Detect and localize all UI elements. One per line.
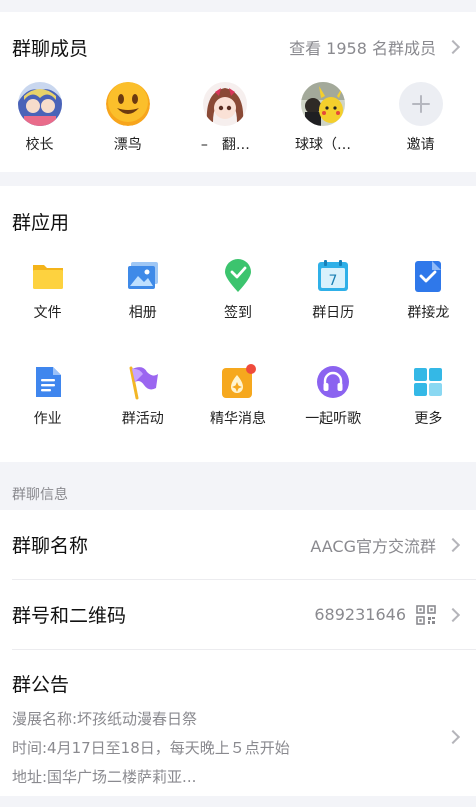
app-activity[interactable]: 群活动 bbox=[95, 364, 190, 428]
apps-grid: 文件 相册 签到 7 群日历 群接龙 作业 群活动 精华消息 一起听歌 更多 bbox=[0, 256, 476, 428]
app-label: 文件 bbox=[33, 305, 62, 321]
notice-line: 地址:国华广场二楼萨莉亚... bbox=[12, 768, 197, 786]
more-grid-icon bbox=[410, 364, 446, 400]
app-label: 签到 bbox=[223, 305, 252, 321]
album-icon bbox=[125, 258, 161, 294]
chevron-right-icon bbox=[445, 607, 461, 622]
checkin-icon bbox=[220, 258, 256, 294]
member-name: 邀请 bbox=[406, 137, 435, 153]
smiley-face-avatar bbox=[105, 82, 150, 126]
flag-icon bbox=[125, 364, 161, 400]
group-number-label: 群号和二维码 bbox=[12, 605, 127, 627]
qr-code-icon bbox=[416, 604, 436, 625]
top-gap bbox=[0, 0, 476, 12]
notification-dot bbox=[245, 364, 256, 374]
app-album[interactable]: 相册 bbox=[95, 258, 190, 322]
member-name: – 翻… bbox=[200, 137, 250, 153]
folder-icon bbox=[30, 258, 66, 294]
member-item[interactable]: 漂鸟 bbox=[79, 82, 177, 154]
member-item[interactable]: 球球（… bbox=[274, 82, 372, 154]
app-relay[interactable]: 群接龙 bbox=[381, 258, 476, 322]
chevron-right-icon bbox=[445, 537, 461, 552]
calendar-day: 7 bbox=[329, 273, 338, 289]
chevron-right-icon bbox=[445, 39, 461, 55]
invite-member-button[interactable]: 邀请 bbox=[372, 82, 470, 154]
app-label: 一起听歌 bbox=[305, 411, 362, 427]
app-label: 相册 bbox=[128, 305, 157, 321]
app-checkin[interactable]: 签到 bbox=[190, 258, 285, 322]
group-apps-section: 群应用 文件 相册 签到 7 群日历 群接龙 作业 群活动 精华消息 一起听歌 … bbox=[0, 186, 476, 462]
app-homework[interactable]: 作业 bbox=[0, 364, 95, 428]
members-section: 群聊成员 查看 1958 名群成员 校长 漂鸟 – 翻… 球球（… 邀请 bbox=[0, 12, 476, 172]
apps-header: 群应用 bbox=[0, 186, 476, 256]
group-name-row[interactable]: 群聊名称 AACG官方交流群 bbox=[12, 510, 476, 580]
section-divider bbox=[0, 172, 476, 186]
group-info-section: 群聊名称 AACG官方交流群 群号和二维码 689231646 群公告 漫展名称… bbox=[0, 510, 476, 796]
app-files[interactable]: 文件 bbox=[0, 258, 95, 322]
plus-icon bbox=[398, 82, 443, 126]
member-item[interactable]: 校长 bbox=[0, 82, 79, 154]
app-more[interactable]: 更多 bbox=[381, 364, 476, 428]
members-title: 群聊成员 bbox=[12, 37, 89, 60]
apps-title: 群应用 bbox=[12, 211, 70, 234]
group-notice-label: 群公告 bbox=[12, 674, 70, 696]
app-label: 群接龙 bbox=[407, 305, 450, 321]
app-label: 更多 bbox=[414, 411, 443, 427]
app-listen-together[interactable]: 一起听歌 bbox=[286, 364, 381, 428]
app-label: 精华消息 bbox=[209, 411, 266, 427]
group-notice-content: 漫展名称:坏孩纸动漫春日祭 时间:4月17日至18日，每天晚上５点开始 地址:国… bbox=[12, 705, 464, 792]
member-item[interactable]: – 翻… bbox=[177, 82, 275, 154]
view-all-members-link[interactable]: 查看 1958 名群成员 bbox=[289, 35, 436, 59]
members-header[interactable]: 群聊成员 查看 1958 名群成员 bbox=[0, 12, 476, 82]
app-essence[interactable]: 精华消息 bbox=[190, 364, 285, 428]
calendar-icon: 7 bbox=[315, 258, 351, 294]
notice-line: 时间:4月17日至18日，每天晚上５点开始 bbox=[12, 739, 290, 757]
anime-girls-avatar bbox=[17, 82, 62, 126]
member-name: 校长 bbox=[25, 137, 54, 153]
group-notice-row[interactable]: 群公告 漫展名称:坏孩纸动漫春日祭 时间:4月17日至18日，每天晚上５点开始 … bbox=[0, 650, 476, 796]
headphones-icon bbox=[315, 364, 351, 400]
group-name-label: 群聊名称 bbox=[12, 535, 89, 557]
member-name: 漂鸟 bbox=[113, 137, 142, 153]
homework-icon bbox=[30, 364, 66, 400]
group-number-row[interactable]: 群号和二维码 689231646 bbox=[12, 580, 476, 650]
pikachu-avatar bbox=[300, 82, 345, 126]
app-calendar[interactable]: 7 群日历 bbox=[286, 258, 381, 322]
group-info-section-label: 群聊信息 bbox=[0, 462, 476, 510]
app-label: 作业 bbox=[33, 411, 62, 427]
notice-line: 漫展名称:坏孩纸动漫春日祭 bbox=[12, 710, 198, 728]
member-list: 校长 漂鸟 – 翻… 球球（… 邀请 bbox=[0, 82, 476, 154]
member-name: 球球（… bbox=[294, 137, 351, 153]
essence-icon bbox=[220, 364, 256, 400]
relay-icon bbox=[410, 258, 446, 294]
group-number-value: 689231646 bbox=[314, 605, 406, 624]
app-label: 群活动 bbox=[121, 411, 164, 427]
anime-girl-avatar bbox=[203, 82, 248, 126]
group-name-value: AACG官方交流群 bbox=[310, 536, 436, 556]
app-label: 群日历 bbox=[312, 305, 355, 321]
